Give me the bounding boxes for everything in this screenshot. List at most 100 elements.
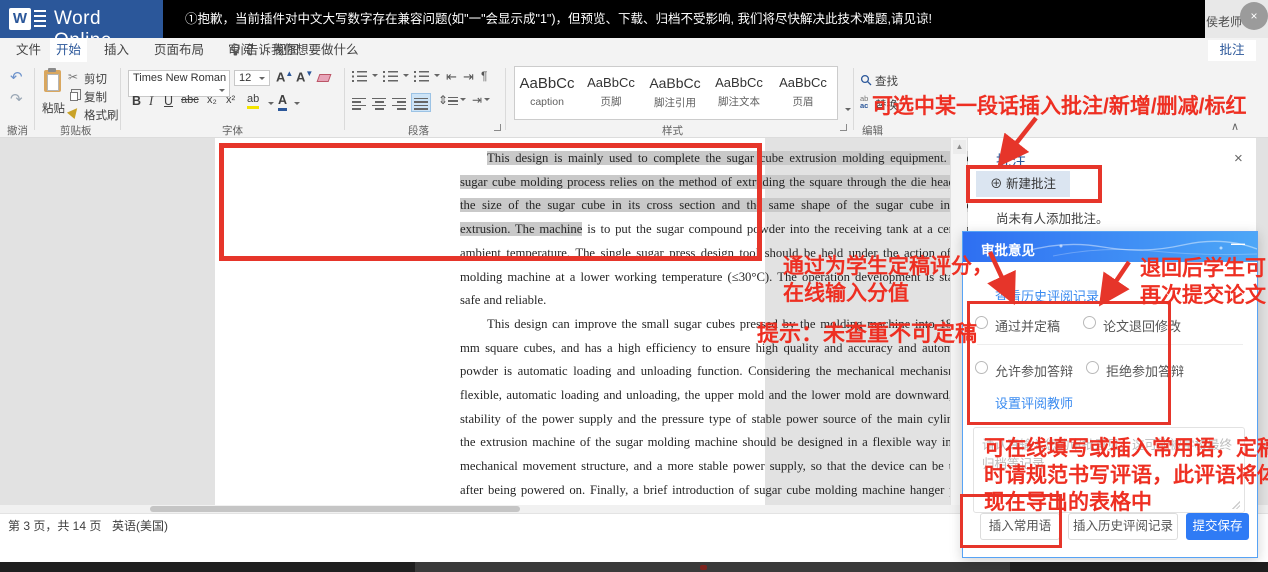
- paragraph-group-label: 段落: [408, 123, 429, 138]
- redo-icon[interactable]: ↷: [10, 90, 23, 108]
- annotation-comment-tip-2: 时请规范书写评语，此评语将体: [984, 459, 1268, 489]
- increase-indent-button[interactable]: ⇥: [463, 69, 474, 85]
- word-logo-icon: W: [9, 8, 31, 30]
- paragraph-spacing-button[interactable]: ⇥: [472, 93, 490, 107]
- undo-icon[interactable]: ↶: [10, 68, 23, 86]
- align-right-icon: [392, 98, 406, 110]
- tab-insert[interactable]: 插入: [98, 38, 135, 62]
- submit-save-button[interactable]: 提交保存: [1186, 513, 1249, 540]
- annotation-score-tip-2: 在线输入分值: [783, 277, 909, 307]
- underline-button[interactable]: U: [164, 94, 173, 108]
- font-family-select[interactable]: Times New Roman: [128, 70, 230, 97]
- styles-more-icon[interactable]: [845, 108, 851, 114]
- paragraph-dialog-launcher-icon[interactable]: [494, 124, 501, 131]
- minimize-icon[interactable]: —: [1231, 235, 1245, 251]
- annotation-rect-radios: [967, 301, 1171, 425]
- subscript-button[interactable]: x₂: [207, 94, 217, 106]
- doc-line[interactable]: stability of the power supply and the pr…: [460, 408, 972, 432]
- taskbar-indicator: [700, 565, 707, 570]
- bullet-list-icon: [352, 71, 354, 82]
- doc-line[interactable]: the extrusion machine of the sugar moldi…: [460, 431, 972, 455]
- decrease-indent-button[interactable]: ⇤: [446, 69, 457, 85]
- group-divider: [853, 68, 854, 130]
- group-divider: [120, 68, 121, 130]
- page-count-status[interactable]: 第 3 页，共 14 页: [8, 517, 101, 534]
- justify-button[interactable]: [412, 94, 430, 111]
- style-item-caption[interactable]: AaBbCc caption: [515, 67, 579, 119]
- annotation-comment-tip-1: 可在线填写或插入常用语，定稿: [984, 432, 1268, 462]
- group-divider: [34, 68, 35, 130]
- tab-page-layout[interactable]: 页面布局: [148, 38, 210, 62]
- chevron-down-icon[interactable]: [268, 102, 274, 108]
- annotation-comment-tip-3: 现在导出的表格中: [984, 486, 1152, 516]
- app-logo-block: W Word Online: [0, 0, 163, 38]
- numbered-list-button[interactable]: [383, 71, 409, 82]
- line-spacing-button[interactable]: ⇕: [438, 93, 466, 107]
- undo-group-label: 撤消: [7, 123, 28, 138]
- highlight-color-button[interactable]: ab: [247, 93, 259, 109]
- ribbon-tab-row: 文件 开始 插入 页面布局 审阅 视图 告诉我你想要做什么: [0, 38, 1268, 62]
- annotation-return-tip-1: 退回后学生可: [1140, 252, 1266, 282]
- bullet-list-button[interactable]: [352, 71, 378, 82]
- user-name: 侯老师: [1206, 13, 1242, 30]
- paragraph-marks-icon[interactable]: ¶: [481, 69, 487, 83]
- scroll-up-icon[interactable]: ▲: [953, 140, 966, 154]
- superscript-button[interactable]: x²: [226, 94, 235, 106]
- chevron-down-icon: [484, 98, 490, 104]
- chevron-down-icon: [259, 77, 265, 83]
- doc-line[interactable]: flexible, automatic loading and unloadin…: [460, 384, 972, 408]
- styles-dialog-launcher-icon[interactable]: [840, 124, 847, 131]
- format-painter-icon: [67, 105, 81, 119]
- tab-home[interactable]: 开始: [50, 38, 87, 62]
- font-size-select[interactable]: 12: [234, 70, 270, 86]
- chevron-down-icon: [434, 74, 440, 80]
- style-item-footnote-ref[interactable]: AaBbCc 脚注引用: [643, 67, 707, 119]
- style-item-header[interactable]: AaBbCc 页眉: [771, 67, 835, 119]
- user-avatar[interactable]: ×: [1240, 2, 1268, 30]
- close-icon[interactable]: ×: [1234, 150, 1243, 167]
- annotation-return-tip-2: 再次提交论文: [1140, 279, 1266, 309]
- doc-line[interactable]: after being powered on. Finally, a brief…: [460, 479, 972, 503]
- chevron-down-icon[interactable]: [294, 102, 300, 108]
- comments-toggle-button[interactable]: 批注: [1208, 40, 1256, 61]
- cut-icon: ✂: [68, 70, 78, 84]
- tab-file[interactable]: 文件: [10, 38, 47, 62]
- language-status[interactable]: 英语(美国): [112, 517, 168, 534]
- textarea-resize-handle[interactable]: [1231, 500, 1240, 509]
- style-item-footnote-text[interactable]: AaBbCc 脚注文本: [707, 67, 771, 119]
- scrollbar-thumb[interactable]: [150, 506, 520, 512]
- chevron-down-icon: [219, 89, 225, 95]
- align-center-button[interactable]: [372, 95, 386, 110]
- taskbar-strip: [0, 562, 1268, 572]
- collapse-ribbon-icon[interactable]: ∧: [1231, 120, 1239, 133]
- strikethrough-button[interactable]: abc: [181, 94, 199, 106]
- annotation-rect-new-comment: [966, 165, 1102, 203]
- multilevel-list-button[interactable]: [414, 71, 440, 82]
- annotation-rect-paragraph: [219, 143, 762, 261]
- shrink-font-button[interactable]: A▼: [296, 69, 313, 84]
- bold-button[interactable]: B: [132, 94, 141, 108]
- align-left-button[interactable]: [352, 95, 366, 110]
- font-color-button[interactable]: A: [278, 93, 287, 111]
- doc-line[interactable]: powder is automatic loading and unloadin…: [460, 360, 972, 384]
- insert-history-records-button[interactable]: 插入历史评阅记录: [1068, 513, 1178, 540]
- notice-banner: ①抱歉，当前插件对中文大写数字存在兼容问题(如"一"会显示成"1")，但预览、下…: [163, 0, 1205, 38]
- align-right-button[interactable]: [392, 95, 406, 110]
- clipboard-group-label: 剪贴板: [60, 123, 92, 138]
- grow-font-button[interactable]: A▲: [276, 69, 293, 84]
- font-group-label: 字体: [222, 123, 243, 138]
- italic-button[interactable]: I: [149, 94, 153, 109]
- group-divider: [505, 68, 506, 130]
- group-divider: [344, 68, 345, 130]
- editing-group-label: 编辑: [862, 123, 883, 138]
- annotation-select-tip: 可选中某一段话插入批注/新增/删减/标红: [872, 90, 1247, 120]
- style-item-footer[interactable]: AaBbCc 页脚: [579, 67, 643, 119]
- doc-line[interactable]: mechanical movement structure, and a mor…: [460, 455, 972, 479]
- align-center-icon: [372, 98, 386, 110]
- annotation-check-tip: 提示：未查重不可定稿: [757, 316, 977, 348]
- tab-tell-me[interactable]: 告诉我你想要做什么: [240, 38, 365, 62]
- numbered-list-icon: [383, 71, 385, 82]
- styles-group-label: 样式: [662, 123, 683, 138]
- comments-empty-text: 尚未有人添加批注。: [996, 208, 1109, 227]
- annotation-score-tip-1: 通过为学生定稿评分，: [783, 250, 993, 280]
